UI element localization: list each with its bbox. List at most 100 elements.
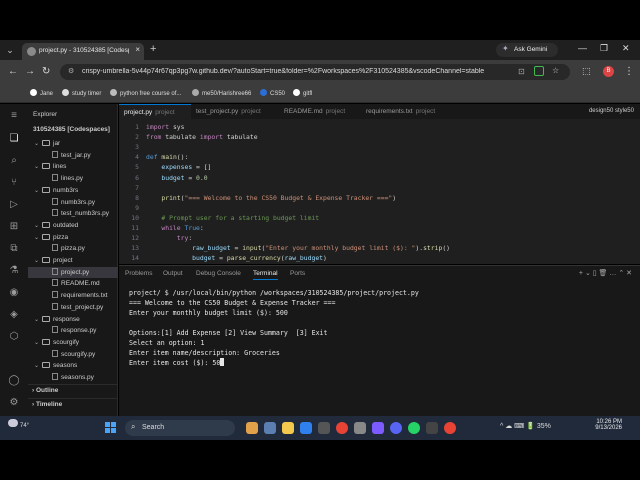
tree-file[interactable]: README.md: [28, 278, 118, 289]
terminal-output[interactable]: project/ $ /usr/local/bin/python /worksp…: [129, 288, 634, 368]
install-app-icon[interactable]: ⊡: [518, 67, 525, 76]
code-line: 14 budget = parse_currency(raw_budget): [119, 253, 640, 263]
source-control-icon[interactable]: ⑂: [7, 176, 21, 190]
panel-tab-ports[interactable]: Ports: [290, 270, 305, 277]
reload-icon[interactable]: ↻: [42, 66, 50, 77]
tree-file[interactable]: pizza.py: [28, 243, 118, 254]
whatsapp-icon[interactable]: [408, 422, 420, 434]
line-number: 14: [131, 254, 139, 263]
testing-icon[interactable]: ⚗: [7, 264, 21, 278]
folder-icon: [42, 315, 50, 322]
maximize-button[interactable]: ❐: [600, 43, 608, 54]
tree-file[interactable]: project.py: [28, 266, 118, 278]
editor-tab[interactable]: requirements.txt project: [361, 104, 453, 119]
tree-folder[interactable]: ⌄ seasons: [28, 360, 118, 371]
app-icon[interactable]: [426, 422, 438, 434]
panel-tab-terminal[interactable]: Terminal: [253, 270, 278, 280]
clock[interactable]: 10:26 PM 9/13/2026: [590, 419, 622, 431]
tree-file[interactable]: seasons.py: [28, 372, 118, 383]
taskbar-search[interactable]: ⌕ Search: [125, 420, 235, 436]
terminal-lines: project/ $ /usr/local/bin/python /worksp…: [129, 288, 634, 358]
app-icon[interactable]: [372, 422, 384, 434]
app-icon[interactable]: [318, 422, 330, 434]
tree-file[interactable]: test_numb3rs.py: [28, 208, 118, 219]
timeline-section[interactable]: › Timeline: [28, 398, 118, 410]
system-tray[interactable]: ^ ☁ ⌨ 🔋 35%: [500, 422, 551, 430]
close-window-button[interactable]: ✕: [622, 43, 630, 54]
editor-tab[interactable]: test_project.py project: [191, 104, 279, 119]
code-line: 13 raw_budget = input("Enter your monthl…: [119, 243, 640, 253]
forward-icon[interactable]: →: [25, 66, 35, 77]
tree-folder[interactable]: ⌄ scourgify: [28, 337, 118, 348]
search-icon[interactable]: ⌕: [7, 154, 21, 168]
account-icon[interactable]: ◯: [7, 374, 21, 388]
tree-file[interactable]: lines.py: [28, 173, 118, 184]
tree-folder[interactable]: ⌄ lines: [28, 161, 118, 172]
panel-tab-debug-console[interactable]: Debug Console: [196, 270, 241, 277]
tab-title: project.py - 310524385 [Codespaces]: [39, 47, 129, 54]
minimize-button[interactable]: —: [578, 43, 587, 53]
address-bar[interactable]: ⚙ crispy-umbrella-5v44p74r67qp3pg7w.gith…: [60, 64, 570, 80]
menu-icon[interactable]: ≡: [7, 109, 21, 123]
back-icon[interactable]: ←: [8, 66, 18, 77]
site-info-icon[interactable]: ⚙: [68, 67, 74, 75]
edge-icon[interactable]: [300, 422, 312, 434]
outline-section[interactable]: › Outline: [28, 384, 118, 396]
tree-folder[interactable]: ⌄ jar: [28, 138, 118, 149]
task-view-icon[interactable]: [264, 422, 276, 434]
extensions-icon[interactable]: ⊞: [7, 220, 21, 234]
tree-file[interactable]: scourgify.py: [28, 349, 118, 360]
settings-gear-icon[interactable]: ⚙: [7, 396, 21, 410]
tree-file[interactable]: requirements.txt: [28, 290, 118, 301]
bookmark-item[interactable]: me50/Harishree66: [192, 89, 251, 97]
chrome-icon[interactable]: [336, 422, 348, 434]
file-explorer-icon[interactable]: [282, 422, 294, 434]
weather-widget[interactable]: 74°: [8, 419, 29, 429]
tree-folder[interactable]: ⌄ outdated: [28, 220, 118, 231]
bookmark-item[interactable]: study timer: [62, 89, 101, 97]
tab-search-icon[interactable]: ⌄: [4, 44, 16, 56]
start-windows-icon[interactable]: [105, 422, 117, 434]
weather-temp: 74°: [20, 423, 30, 429]
browser-menu-icon[interactable]: ⋮: [624, 66, 634, 77]
app-icon[interactable]: [246, 422, 258, 434]
chrome-icon[interactable]: [444, 422, 456, 434]
code-area[interactable]: 1 import sys 2 from tabulate import tabulat…: [119, 122, 640, 264]
extensions-icon[interactable]: ⬚: [582, 66, 591, 77]
app-icon[interactable]: [354, 422, 366, 434]
run-debug-icon[interactable]: ▷: [7, 198, 21, 212]
panel-actions[interactable]: + ⌄ ▯ 🗑 … ⌃ ✕: [579, 269, 632, 277]
ask-gemini-button[interactable]: ✦ Ask Gemini: [496, 43, 558, 57]
editor-tab[interactable]: README.md project: [279, 104, 361, 119]
explorer-icon[interactable]: ❏: [7, 132, 21, 146]
tree-folder[interactable]: ⌄ project: [28, 255, 118, 266]
profile-avatar[interactable]: B: [603, 66, 614, 77]
panel-tab-output[interactable]: Output: [163, 270, 183, 277]
panel-tab-problems[interactable]: Problems: [125, 270, 152, 277]
github-icon[interactable]: ◉: [7, 286, 21, 300]
tree-folder[interactable]: ⌄ numb3rs: [28, 185, 118, 196]
editor-tab[interactable]: project.py project: [119, 104, 191, 119]
tree-file[interactable]: test_jar.py: [28, 150, 118, 161]
tree-file[interactable]: test_project.py: [28, 302, 118, 313]
bookmark-item[interactable]: python free course of...: [110, 89, 181, 97]
bookmark-star-icon[interactable]: ☆: [552, 66, 559, 75]
remote-explorer-icon[interactable]: ⧉: [7, 242, 21, 256]
bookmark-item[interactable]: Jane: [30, 89, 53, 97]
workspace-root[interactable]: 310524385 [Codespaces]: [33, 126, 117, 133]
line-number: 10: [131, 213, 139, 222]
bookmark-item[interactable]: CS50: [260, 89, 285, 97]
tree-folder[interactable]: ⌄ response: [28, 314, 118, 325]
new-tab-button[interactable]: +: [150, 43, 156, 55]
browser-tab-active[interactable]: project.py - 310524385 [Codespaces] ×: [22, 43, 144, 60]
discord-icon[interactable]: [390, 422, 402, 434]
ports-icon[interactable]: ⬡: [7, 330, 21, 344]
tree-file[interactable]: numb3rs.py: [28, 197, 118, 208]
extension-icon[interactable]: [534, 66, 544, 76]
editor-toolbar-extras[interactable]: design50 style50: [589, 108, 634, 114]
bookmark-item[interactable]: gitfl: [293, 89, 312, 97]
cs50-duck-icon[interactable]: ◈: [7, 308, 21, 322]
close-tab-icon[interactable]: ×: [135, 45, 140, 54]
tree-folder[interactable]: ⌄ pizza: [28, 232, 118, 243]
tree-file[interactable]: response.py: [28, 325, 118, 336]
